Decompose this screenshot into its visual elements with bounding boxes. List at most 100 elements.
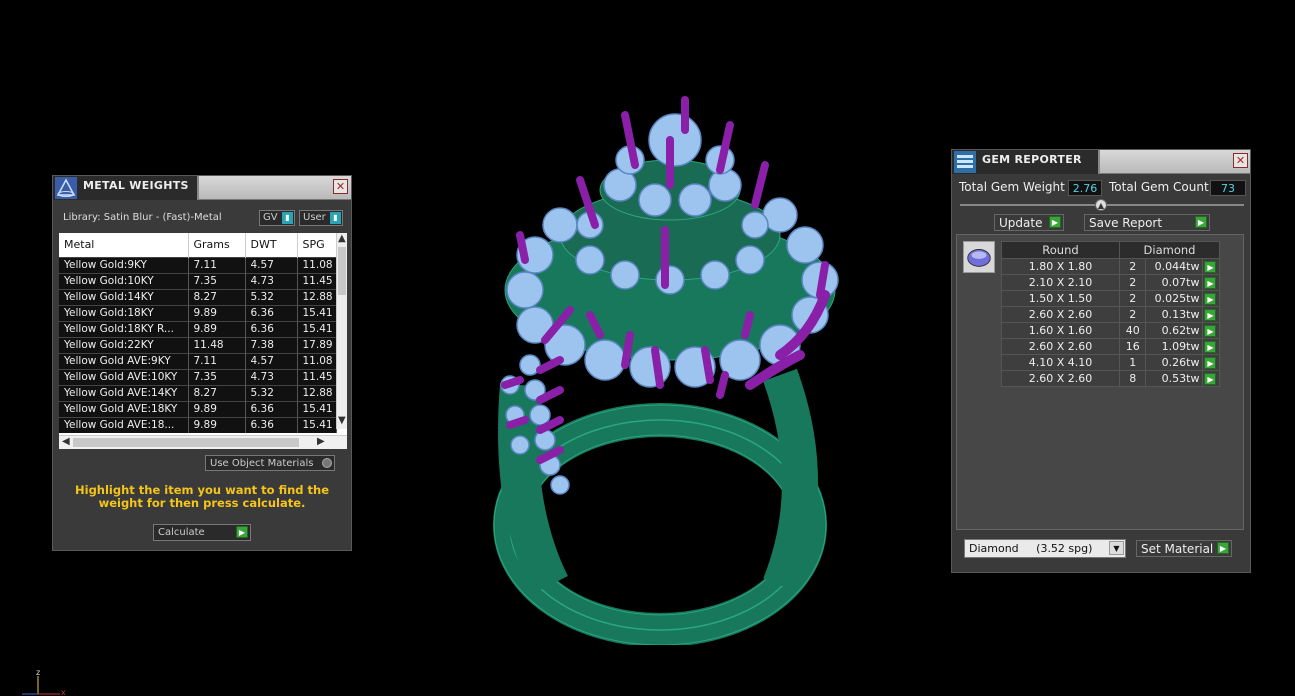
table-row[interactable]: 4.10 X 4.10 1 0.26tw ▶ xyxy=(1001,354,1220,371)
row-select-button[interactable]: ▶ xyxy=(1202,306,1220,323)
metal-name: Yellow Gold:18KY xyxy=(59,304,189,321)
library-label: Library: Satin Blur - (Fast)-Metal xyxy=(63,212,222,223)
close-icon[interactable]: ✕ xyxy=(1233,153,1248,168)
calculate-label: Calculate xyxy=(158,527,205,538)
metal-name: Yellow Gold AVE:10KY xyxy=(59,368,189,385)
use-object-materials-toggle[interactable]: Use Object Materials xyxy=(205,455,335,471)
user-toggle[interactable]: User ▮ xyxy=(299,210,343,226)
grams: 9.89 xyxy=(188,304,246,321)
total-gem-weight-label: Total Gem Weight xyxy=(959,180,1065,194)
update-label: Update xyxy=(999,216,1043,230)
update-button[interactable]: Update ▶ xyxy=(994,214,1064,231)
total-gem-count-value: 73 xyxy=(1210,180,1246,196)
table-row[interactable]: 2.60 X 2.60 8 0.53tw ▶ xyxy=(1001,370,1220,387)
grams: 8.27 xyxy=(188,288,246,305)
table-row[interactable]: 2.60 X 2.60 2 0.13tw ▶ xyxy=(1001,306,1220,323)
table-row[interactable]: 1.60 X 1.60 40 0.62tw ▶ xyxy=(1001,322,1220,339)
horizontal-scroll-thumb[interactable] xyxy=(73,438,299,447)
metal-weights-titlebar[interactable]: METAL WEIGHTS ✕ xyxy=(53,176,351,200)
scroll-down-icon[interactable]: ▼ xyxy=(338,415,346,426)
table-row[interactable]: Yellow Gold:22KY 11.48 7.38 17.89 xyxy=(59,336,337,353)
grams: 9.89 xyxy=(188,416,246,433)
metal-weights-title: METAL WEIGHTS xyxy=(83,179,189,192)
gv-toggle[interactable]: GV ▮ xyxy=(259,210,295,226)
table-row[interactable]: 2.60 X 2.60 16 1.09tw ▶ xyxy=(1001,338,1220,355)
gem-size: 1.80 X 1.80 xyxy=(1001,258,1120,275)
calculate-button[interactable]: Calculate ▶ xyxy=(153,524,251,541)
row-select-button[interactable]: ▶ xyxy=(1202,322,1220,339)
gem-weight: 1.09tw xyxy=(1145,338,1204,355)
table-row[interactable]: Yellow Gold:10KY 7.35 4.73 11.45 xyxy=(59,272,337,289)
row-select-button[interactable]: ▶ xyxy=(1202,274,1220,291)
save-report-button[interactable]: Save Report ▶ xyxy=(1084,214,1210,231)
row-select-button[interactable]: ▶ xyxy=(1202,290,1220,307)
metal-name: Yellow Gold AVE:9KY xyxy=(59,352,189,369)
table-row[interactable]: Yellow Gold AVE:10KY 7.35 4.73 11.45 xyxy=(59,368,337,385)
metal-table: Metal Grams DWT SPG Yellow Gold:9KY 7.11 4… xyxy=(59,233,347,449)
table-row[interactable]: Yellow Gold:9KY 7.11 4.57 11.08 xyxy=(59,256,337,273)
row-select-button[interactable]: ▶ xyxy=(1202,338,1220,355)
col-dwt[interactable]: DWT xyxy=(245,233,298,257)
gem-size: 2.60 X 2.60 xyxy=(1001,338,1120,355)
table-row[interactable]: 1.50 X 1.50 2 0.025tw ▶ xyxy=(1001,290,1220,307)
row-select-button[interactable]: ▶ xyxy=(1202,354,1220,371)
round-diamond-icon xyxy=(967,249,991,267)
play-arrow-icon: ▶ xyxy=(1204,341,1217,353)
table-row[interactable]: Yellow Gold AVE:14KY 8.27 5.32 12.88 xyxy=(59,384,337,401)
row-select-button[interactable]: ▶ xyxy=(1202,370,1220,387)
play-arrow-icon: ▶ xyxy=(1204,373,1217,385)
chevron-down-icon[interactable]: ▼ xyxy=(1109,541,1124,555)
metal-weights-panel: METAL WEIGHTS ✕ Library: Satin Blur - (F… xyxy=(52,175,352,551)
spg: 17.89 xyxy=(297,336,337,353)
table-row[interactable]: Yellow Gold:14KY 8.27 5.32 12.88 xyxy=(59,288,337,305)
metal-name: Yellow Gold:9KY xyxy=(59,256,189,273)
scroll-right-icon[interactable]: ▶ xyxy=(317,436,325,447)
table-row[interactable]: Yellow Gold:18KY R... 9.89 6.36 15.41 xyxy=(59,320,337,337)
table-row[interactable]: Yellow Gold AVE:18... 9.89 6.36 15.41 xyxy=(59,416,337,433)
spg: 11.08 xyxy=(297,256,337,273)
dwt: 4.57 xyxy=(245,256,298,273)
gem-reporter-titlebar[interactable]: GEM REPORTER ✕ xyxy=(952,150,1250,174)
vertical-scrollbar[interactable]: ▲ ▼ xyxy=(336,233,347,429)
play-arrow-icon: ▶ xyxy=(1049,216,1061,228)
calculate-hint: Highlight the item you want to find the … xyxy=(75,483,329,510)
row-select-button[interactable]: ▶ xyxy=(1202,258,1220,275)
gem-count: 2 xyxy=(1118,274,1147,291)
col-grams[interactable]: Grams xyxy=(188,233,246,257)
gem-count: 1 xyxy=(1118,354,1147,371)
metal-name: Yellow Gold AVE:18... xyxy=(59,416,189,433)
gem-reporter-icon xyxy=(954,151,976,173)
radio-icon xyxy=(322,458,332,468)
gem-size: 2.60 X 2.60 xyxy=(1001,306,1120,323)
table-row[interactable]: Yellow Gold AVE:9KY 7.11 4.57 11.08 xyxy=(59,352,337,369)
table-row[interactable]: 1.80 X 1.80 2 0.044tw ▶ xyxy=(1001,258,1220,275)
scroll-left-icon[interactable]: ◀ xyxy=(62,436,70,447)
metal-name: Yellow Gold:10KY xyxy=(59,272,189,289)
metal-name: Yellow Gold AVE:14KY xyxy=(59,384,189,401)
grams: 9.89 xyxy=(188,320,246,337)
material-select[interactable]: Diamond (3.52 spg) ▼ xyxy=(964,539,1126,558)
table-row[interactable]: Yellow Gold:18KY 9.89 6.36 15.41 xyxy=(59,304,337,321)
horizontal-scrollbar[interactable]: ◀ ▶ xyxy=(59,435,347,449)
spg: 15.41 xyxy=(297,304,337,321)
col-metal[interactable]: Metal xyxy=(59,233,189,257)
play-arrow-icon: ▶ xyxy=(1217,542,1229,554)
gv-toggle-indicator: ▮ xyxy=(282,212,293,224)
scroll-up-icon[interactable]: ▲ xyxy=(338,233,346,244)
dwt: 6.36 xyxy=(245,320,298,337)
vertical-scroll-thumb[interactable] xyxy=(338,247,346,295)
grams: 7.11 xyxy=(188,256,246,273)
gem-reporter-panel: GEM REPORTER ✕ Total Gem Weight 2.76 Tot… xyxy=(951,149,1251,573)
col-spg[interactable]: SPG xyxy=(297,233,337,257)
gem-count: 2 xyxy=(1118,258,1147,275)
gem-reporter-title-tab: GEM REPORTER xyxy=(952,150,1100,174)
collapse-icon[interactable]: ▲ xyxy=(1095,199,1107,211)
material-header: Diamond xyxy=(1119,241,1220,259)
table-row[interactable]: Yellow Gold AVE:18KY 9.89 6.36 15.41 xyxy=(59,400,337,417)
close-icon[interactable]: ✕ xyxy=(333,179,348,194)
dwt: 6.36 xyxy=(245,400,298,417)
gem-count: 16 xyxy=(1118,338,1147,355)
set-material-button[interactable]: Set Material ▶ xyxy=(1136,540,1232,557)
table-row[interactable]: 2.10 X 2.10 2 0.07tw ▶ xyxy=(1001,274,1220,291)
play-arrow-icon: ▶ xyxy=(236,526,248,538)
